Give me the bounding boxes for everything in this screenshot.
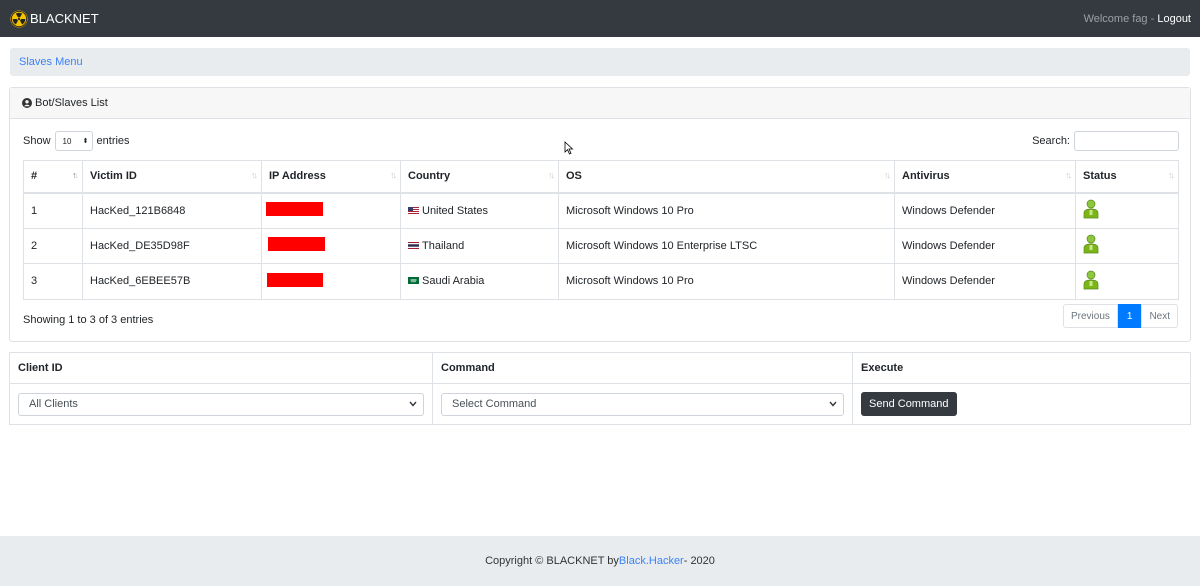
footer: Copyright © BLACKNET by Black.Hacker - 2… bbox=[0, 536, 1200, 586]
execute-header: Execute bbox=[852, 352, 1191, 384]
user-circle-icon bbox=[22, 98, 32, 108]
country: Thailand bbox=[400, 227, 559, 264]
user-online-icon bbox=[1083, 234, 1099, 254]
user-online-icon bbox=[1083, 270, 1099, 290]
previous-button[interactable]: Previous bbox=[1062, 304, 1118, 328]
country: Saudi Arabia bbox=[400, 263, 559, 300]
ip-address-redacted bbox=[261, 263, 401, 300]
sort-icon: ↑↓ bbox=[548, 170, 555, 180]
table-info: Showing 1 to 3 of 3 entries bbox=[23, 314, 154, 326]
col-status[interactable]: Status ↑↓ bbox=[1075, 160, 1179, 194]
victim-id: HacKed_6EBEE57B bbox=[82, 263, 262, 300]
mouse-cursor-icon bbox=[564, 141, 574, 155]
slaves-card: Bot/Slaves List Show 10 ⬍ entries Search… bbox=[9, 87, 1191, 342]
col-country[interactable]: Country ↑↓ bbox=[400, 160, 559, 194]
show-label: Show bbox=[23, 135, 51, 147]
search-label: Search: bbox=[1032, 135, 1070, 147]
command-header-row: Client ID Command Execute bbox=[9, 352, 1191, 384]
breadcrumb: Slaves Menu bbox=[10, 48, 1190, 76]
chevron-down-icon bbox=[829, 401, 837, 407]
status bbox=[1075, 263, 1179, 300]
client-select-value: All Clients bbox=[29, 398, 78, 410]
footer-prefix: Copyright © BLACKNET by bbox=[485, 555, 619, 567]
col-number[interactable]: # ↑↓ bbox=[23, 160, 83, 194]
redaction-bar bbox=[266, 202, 323, 216]
command-select-value: Select Command bbox=[452, 398, 537, 410]
footer-suffix: - 2020 bbox=[683, 555, 715, 567]
row-number: 2 bbox=[23, 227, 83, 264]
sort-updown-icon: ⬍ bbox=[82, 138, 89, 145]
os: Microsoft Windows 10 Pro bbox=[558, 263, 895, 300]
logout-link[interactable]: Logout bbox=[1157, 13, 1191, 25]
status bbox=[1075, 192, 1179, 229]
table-header-row: # ↑↓ Victim ID ↑↓ IP Address ↑↓ Country ↑↓ O… bbox=[23, 160, 1179, 194]
th-flag-icon bbox=[408, 241, 419, 249]
table-row[interactable]: 1 HacKed_121B6848 United States Microsof… bbox=[23, 192, 1179, 229]
search-input[interactable] bbox=[1074, 131, 1179, 151]
table-row[interactable]: 3 HacKed_6EBEE57B Saudi Arabia Microsoft… bbox=[23, 263, 1179, 300]
command-select[interactable]: Select Command bbox=[441, 392, 844, 416]
sort-icon: ↑↓ bbox=[884, 170, 891, 180]
sort-icon: ↑↓ bbox=[72, 170, 79, 180]
client-cell: All Clients bbox=[9, 383, 433, 425]
card-title: Bot/Slaves List bbox=[35, 97, 108, 109]
command-cell: Select Command bbox=[432, 383, 853, 425]
col-victim-id[interactable]: Victim ID ↑↓ bbox=[82, 160, 262, 194]
radiation-logo-icon bbox=[10, 9, 28, 28]
execute-cell: Send Command bbox=[852, 383, 1191, 425]
welcome-text: Welcome fag bbox=[1083, 12, 1148, 25]
user-online-icon bbox=[1083, 199, 1099, 219]
command-table: Client ID Command Execute All Clients Se… bbox=[9, 352, 1191, 425]
status bbox=[1075, 227, 1179, 264]
table-controls: Show 10 ⬍ entries Search: bbox=[23, 131, 1179, 151]
slaves-table: # ↑↓ Victim ID ↑↓ IP Address ↑↓ Country ↑↓ O… bbox=[23, 160, 1179, 300]
page-1-button[interactable]: 1 bbox=[1117, 304, 1142, 328]
row-number: 3 bbox=[23, 263, 83, 300]
search-control: Search: bbox=[1032, 131, 1179, 151]
brand-name: BLACKNET bbox=[30, 11, 99, 26]
entries-select[interactable]: 10 ⬍ bbox=[54, 131, 93, 151]
sa-flag-icon bbox=[408, 277, 419, 285]
redaction-bar bbox=[267, 272, 323, 287]
os: Microsoft Windows 10 Pro bbox=[558, 192, 895, 229]
victim-id: HacKed_DE35D98F bbox=[82, 227, 262, 264]
pagination: Previous 1 Next bbox=[1062, 304, 1178, 328]
ip-address-redacted bbox=[261, 192, 401, 229]
user-nav: Welcome fag - Logout bbox=[1084, 13, 1191, 25]
entries-value: 10 bbox=[62, 136, 72, 146]
footer-author-link[interactable]: Black.Hacker bbox=[619, 555, 684, 567]
command-row: All Clients Select Command Send Command bbox=[9, 383, 1191, 425]
antivirus: Windows Defender bbox=[894, 263, 1076, 300]
col-os[interactable]: OS ↑↓ bbox=[558, 160, 895, 194]
col-antivirus[interactable]: Antivirus ↑↓ bbox=[894, 160, 1076, 194]
client-select[interactable]: All Clients bbox=[18, 392, 424, 416]
next-button[interactable]: Next bbox=[1141, 304, 1178, 328]
table-row[interactable]: 2 HacKed_DE35D98F Thailand Microsoft Win… bbox=[23, 227, 1179, 264]
antivirus: Windows Defender bbox=[894, 227, 1076, 264]
row-number: 1 bbox=[23, 192, 83, 229]
navbar: BLACKNET Welcome fag - Logout bbox=[0, 0, 1200, 37]
ip-address-redacted bbox=[261, 227, 401, 264]
chevron-down-icon bbox=[409, 401, 417, 407]
victim-id: HacKed_121B6848 bbox=[82, 192, 262, 229]
sort-icon: ↑↓ bbox=[1168, 170, 1175, 180]
antivirus: Windows Defender bbox=[894, 192, 1076, 229]
os: Microsoft Windows 10 Enterprise LTSC bbox=[558, 227, 895, 264]
card-header: Bot/Slaves List bbox=[10, 88, 1190, 119]
col-ip-address[interactable]: IP Address ↑↓ bbox=[261, 160, 401, 194]
command-header: Command bbox=[432, 352, 853, 384]
send-command-button[interactable]: Send Command bbox=[861, 392, 957, 416]
sort-icon: ↑↓ bbox=[390, 170, 397, 180]
us-flag-icon bbox=[408, 206, 419, 214]
length-control: Show 10 ⬍ entries bbox=[23, 131, 130, 151]
breadcrumb-slaves-menu[interactable]: Slaves Menu bbox=[19, 56, 83, 68]
client-id-header: Client ID bbox=[9, 352, 433, 384]
country: United States bbox=[400, 192, 559, 229]
sort-icon: ↑↓ bbox=[1065, 170, 1072, 180]
sort-icon: ↑↓ bbox=[251, 170, 258, 180]
entries-label: entries bbox=[96, 135, 130, 147]
brand[interactable]: BLACKNET bbox=[10, 9, 99, 28]
nav-separator: - bbox=[1147, 12, 1158, 25]
redaction-bar bbox=[268, 237, 325, 252]
